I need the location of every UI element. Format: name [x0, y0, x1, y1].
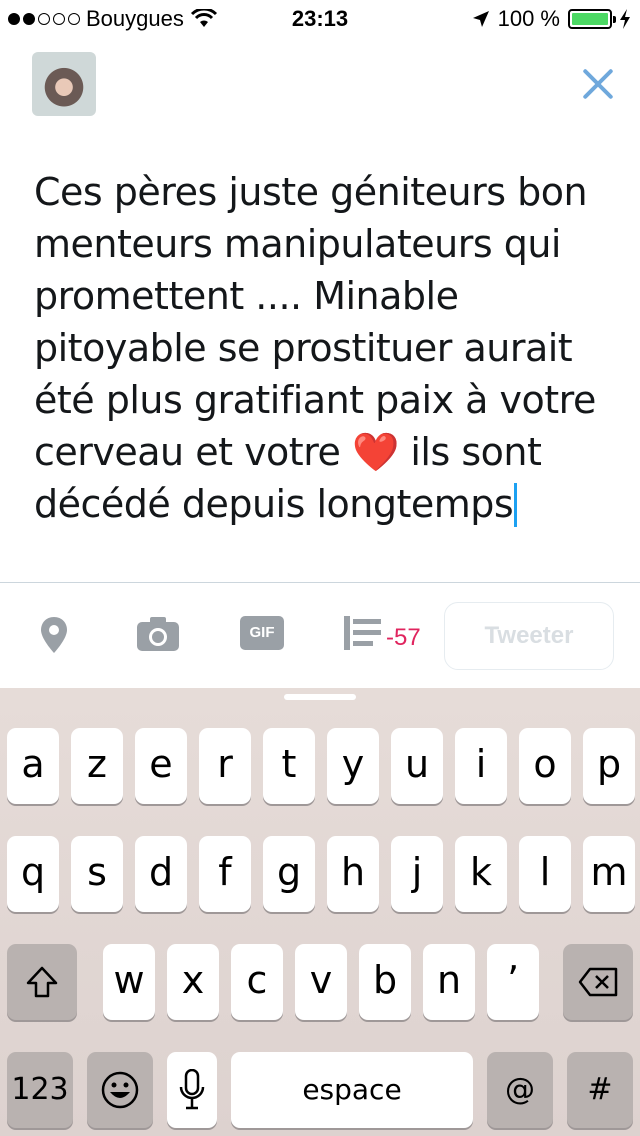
microphone-key[interactable] — [167, 1052, 217, 1128]
key-d[interactable]: d — [135, 836, 187, 912]
status-right: 100 % — [472, 6, 630, 32]
key-f[interactable]: f — [199, 836, 251, 912]
key-m[interactable]: m — [583, 836, 635, 912]
keyboard-handle[interactable] — [284, 694, 356, 700]
key-x[interactable]: x — [167, 944, 219, 1020]
space-key[interactable]: espace — [231, 1052, 473, 1128]
charging-bolt-icon — [620, 9, 630, 29]
key-j[interactable]: j — [391, 836, 443, 912]
key-w[interactable]: w — [103, 944, 155, 1020]
battery-icon — [568, 9, 616, 29]
key-h[interactable]: h — [327, 836, 379, 912]
tweet-text-input[interactable]: Ces pères juste géniteurs bon menteurs m… — [34, 166, 620, 530]
keyboard: a z e r t y u i o p q s d f g h j k l m … — [0, 688, 640, 1136]
text-cursor — [514, 483, 518, 527]
character-counter-icon — [344, 616, 381, 650]
shift-icon — [26, 966, 58, 998]
emoji-key[interactable] — [87, 1052, 153, 1128]
key-c[interactable]: c — [231, 944, 283, 1020]
key-l[interactable]: l — [519, 836, 571, 912]
gif-icon[interactable]: GIF — [240, 616, 284, 650]
key-i[interactable]: i — [455, 728, 507, 804]
character-count: -57 — [386, 624, 421, 651]
status-bar: Bouygues 23:13 100 % — [0, 0, 640, 40]
key-a[interactable]: a — [7, 728, 59, 804]
key-b[interactable]: b — [359, 944, 411, 1020]
numbers-key[interactable]: 123 — [7, 1052, 73, 1128]
key-v[interactable]: v — [295, 944, 347, 1020]
compose-toolbar: GIF -57 Tweeter — [0, 600, 640, 676]
key-o[interactable]: o — [519, 728, 571, 804]
location-arrow-icon — [472, 11, 489, 27]
key-u[interactable]: u — [391, 728, 443, 804]
key-q[interactable]: q — [7, 836, 59, 912]
key-t[interactable]: t — [263, 728, 315, 804]
key-y[interactable]: y — [327, 728, 379, 804]
tweet-text: Ces pères juste géniteurs bon menteurs m… — [34, 170, 608, 526]
compose-divider — [0, 582, 640, 583]
key-g[interactable]: g — [263, 836, 315, 912]
tweet-button[interactable]: Tweeter — [444, 602, 614, 670]
key-s[interactable]: s — [71, 836, 123, 912]
hash-key[interactable]: # — [567, 1052, 633, 1128]
shift-key[interactable] — [7, 944, 77, 1020]
battery-percent: 100 % — [497, 6, 560, 31]
close-icon[interactable] — [576, 62, 620, 106]
key-r[interactable]: r — [199, 728, 251, 804]
camera-icon[interactable] — [136, 616, 180, 652]
key-n[interactable]: n — [423, 944, 475, 1020]
key-e[interactable]: e — [135, 728, 187, 804]
delete-icon — [578, 967, 618, 997]
at-key[interactable]: @ — [487, 1052, 553, 1128]
key-p[interactable]: p — [583, 728, 635, 804]
delete-key[interactable] — [563, 944, 633, 1020]
user-avatar[interactable] — [32, 52, 96, 116]
location-pin-icon[interactable] — [40, 616, 68, 654]
key-k[interactable]: k — [455, 836, 507, 912]
battery-fill — [572, 13, 608, 25]
key-z[interactable]: z — [71, 728, 123, 804]
emoji-icon — [101, 1071, 139, 1109]
microphone-icon — [179, 1068, 205, 1110]
key-apostrophe[interactable]: ’ — [487, 944, 539, 1020]
